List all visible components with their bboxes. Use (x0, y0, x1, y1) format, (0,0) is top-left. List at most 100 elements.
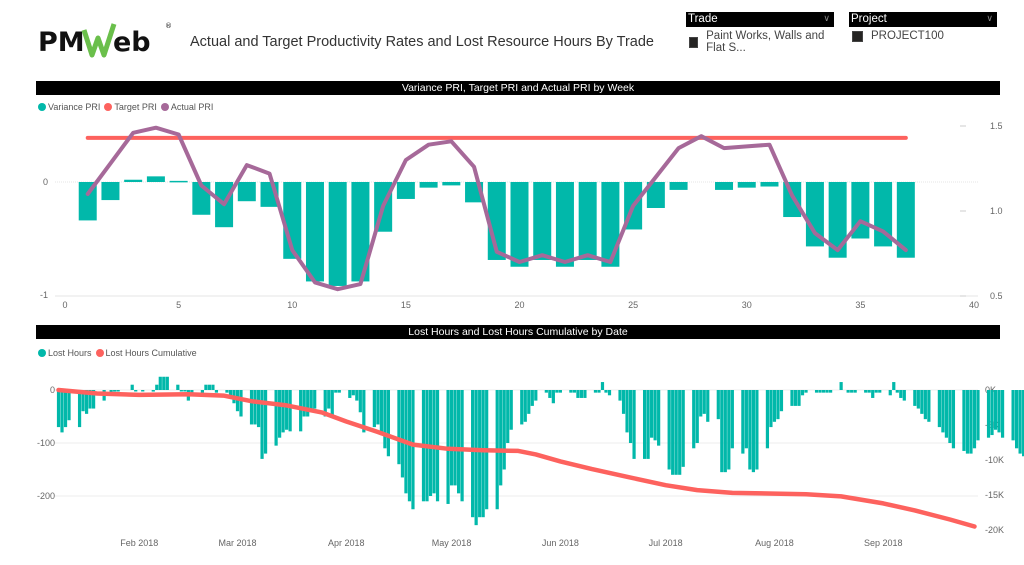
lost-hours-bar (569, 390, 573, 393)
lost-hours-bar (548, 390, 552, 398)
lost-hours-bar (941, 390, 945, 433)
lost-hours-bar (646, 390, 650, 459)
y-left-tick-label: 0 (50, 385, 55, 395)
lost-hours-bar (593, 390, 598, 393)
lost-hours-bar (263, 390, 268, 454)
lost-hours-bar (653, 390, 657, 441)
lost-hours-bar (723, 390, 727, 473)
lost-hours-bar (456, 390, 461, 494)
lost-hours-bar (449, 390, 454, 486)
lost-hours-bar (814, 390, 819, 393)
lost-hours-bar (948, 390, 952, 443)
lost-hours-bar (1015, 390, 1019, 449)
lost-hours-bar (678, 390, 682, 475)
lost-hours-bar (337, 390, 341, 393)
lost-hours-bar (520, 390, 524, 425)
lost-hours-bar (692, 390, 696, 449)
lost-hours-bar (506, 390, 510, 443)
lost-hours-bar (650, 390, 654, 438)
lost-hours-bar (618, 390, 622, 401)
lost-hours-bar (313, 390, 317, 409)
lost-hours-bar (902, 390, 906, 401)
lost-hours-bar (597, 390, 601, 393)
lost-hours-bar (165, 376, 169, 390)
lost-hours-bar (923, 390, 927, 420)
lost-hours-bar (632, 390, 636, 459)
lost-hours-bar (899, 390, 903, 398)
x-tick-label: Mar 2018 (218, 538, 256, 548)
lost-hours-bar (411, 390, 415, 510)
lost-hours-bar (253, 390, 257, 425)
lost-hours-bar (748, 390, 752, 470)
lost-hours-bar (751, 390, 755, 473)
lost-hours-bar (800, 390, 805, 396)
lost-hours-bar (944, 390, 949, 438)
x-tick-label: Apr 2018 (328, 538, 365, 548)
lost-hours-bar (867, 390, 871, 393)
lost-hours-bar (853, 390, 857, 393)
lost-hours-bar (285, 390, 289, 430)
lost-hours-cumulative-line (56, 387, 977, 529)
lost-hours-bar (523, 390, 527, 422)
lost-hours-bar (400, 390, 405, 478)
lost-hours-bar (134, 390, 138, 392)
lost-hours-bar (576, 390, 580, 398)
lost-hours-bar (755, 390, 759, 470)
lost-hours-bar (793, 390, 798, 406)
lost-hours-bar (330, 390, 334, 417)
lost-hours-bar (695, 390, 699, 443)
lost-hours-bar (274, 390, 278, 446)
lost-hours-bar (699, 390, 703, 417)
lost-hours-bar (432, 390, 436, 494)
lost-hours-bar (976, 390, 980, 441)
lost-hours-bar (348, 390, 352, 398)
lost-hours-bar (871, 390, 875, 398)
lost-hours-bar (920, 390, 924, 414)
lost-hours-bar (56, 390, 61, 428)
lost-hours-bar (474, 390, 478, 526)
lost-hours-bar (997, 390, 1001, 433)
lost-hours-bar (937, 390, 941, 428)
lost-hours-bar (702, 390, 706, 414)
lost-hours-bar (1018, 390, 1022, 454)
y-right-tick-label: -10K (985, 455, 1004, 465)
lost-hours-bar (671, 390, 675, 475)
lost-hours-bar (77, 390, 82, 428)
lost-hours-bar (502, 390, 506, 470)
lost-hours-bar (821, 390, 826, 393)
lost-hours-by-date-chart: 0-100-2000K-5K-10K-15K-20KFeb 2018Mar 20… (37, 376, 1024, 548)
lost-hours-bar (460, 390, 464, 502)
lost-hours-bar (60, 390, 64, 433)
lost-hours-bar (583, 390, 587, 398)
lost-hours-bar (555, 390, 559, 393)
y-left-tick-label: -200 (37, 491, 55, 501)
lost-hours-bar (551, 390, 555, 404)
lost-hours-bar (383, 390, 387, 449)
lost-hours-bar (302, 390, 306, 417)
lost-hours-bar (797, 390, 801, 406)
lost-hours-bar (1011, 390, 1015, 441)
lost-hours-bar (600, 382, 605, 390)
lost-hours-bar (972, 390, 977, 449)
lost-hours-bar (306, 390, 310, 417)
lost-hours-bar (965, 390, 970, 454)
lost-hours-bar (183, 390, 187, 392)
lost-hours-bar (681, 390, 685, 467)
lost-hours-bar (116, 390, 120, 392)
lost-hours-bar (864, 390, 868, 393)
lost-hours-bar (249, 390, 254, 425)
lost-hours-bar (628, 390, 633, 443)
lost-hours-bar (579, 390, 584, 398)
lost-hours-bar (211, 384, 215, 390)
lost-hours-bar (878, 390, 882, 393)
lost-hours-bar (428, 390, 433, 496)
lost-hours-bar (397, 390, 401, 465)
lost-hours-bar (200, 390, 204, 393)
lost-hours-bar (772, 390, 777, 422)
lost-hours-bar (818, 390, 822, 393)
lost-hours-bar (720, 390, 724, 473)
lost-hours-bar (969, 390, 973, 454)
lost-hours-bar (281, 390, 285, 433)
x-tick-label: Aug 2018 (755, 538, 794, 548)
lost-hours-bar (151, 390, 155, 392)
